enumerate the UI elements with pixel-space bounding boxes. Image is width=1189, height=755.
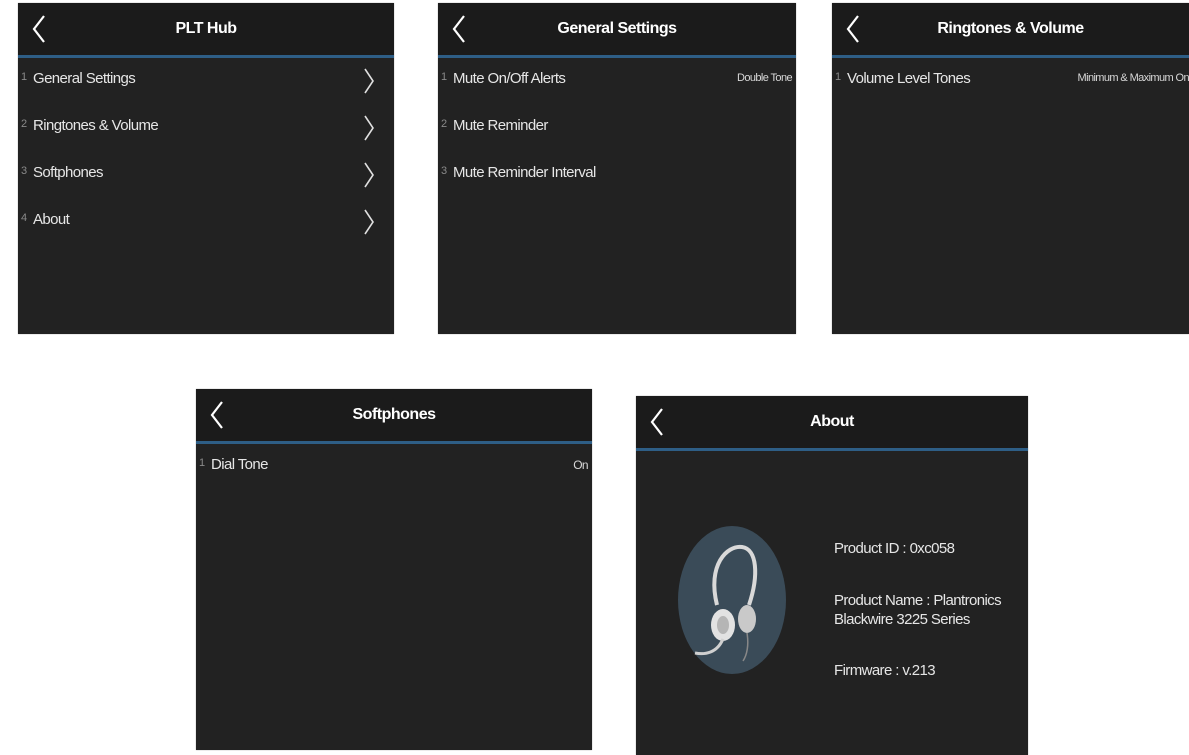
page-title: General Settings <box>557 20 677 37</box>
settings-list: 1 Mute On/Off Alerts Double Tone 2 Mute … <box>438 58 796 199</box>
item-number: 1 <box>441 71 447 83</box>
setting-mute-reminder-interval[interactable]: 3 Mute Reminder Interval <box>438 152 796 199</box>
page-title: Softphones <box>352 406 437 423</box>
settings-list: 1 Dial Tone On <box>196 444 592 491</box>
setting-dial-tone[interactable]: 1 Dial Tone On <box>196 444 592 491</box>
item-number: 1 <box>835 71 841 83</box>
setting-mute-on-off-alerts[interactable]: 1 Mute On/Off Alerts Double Tone <box>438 58 796 105</box>
item-label: Mute On/Off Alerts <box>453 70 566 87</box>
setting-mute-reminder[interactable]: 2 Mute Reminder <box>438 105 796 152</box>
page-title: About <box>810 413 854 430</box>
item-number: 4 <box>21 212 27 224</box>
page-title: PLT Hub <box>175 20 237 37</box>
item-number: 3 <box>441 165 447 177</box>
item-value: Double Tone <box>737 72 793 84</box>
product-name-line1: Product Name : Plantronics <box>834 592 1002 609</box>
product-image <box>678 526 786 674</box>
item-number: 3 <box>21 165 27 177</box>
chevron-right-icon <box>364 162 374 188</box>
panel-header: About <box>636 396 1028 451</box>
firmware-version: Firmware : v.213 <box>834 662 936 679</box>
plt-hub-panel: PLT Hub 1 General Settings 2 Ringtones &… <box>18 3 394 334</box>
item-label: Mute Reminder <box>453 117 548 134</box>
product-id: Product ID : 0xc058 <box>834 540 955 557</box>
panel-header: Ringtones & Volume <box>832 3 1189 58</box>
item-number: 1 <box>21 71 27 83</box>
menu-item-about[interactable]: 4 About <box>18 199 394 246</box>
chevron-right-icon <box>364 115 374 141</box>
menu-item-ringtones-volume[interactable]: 2 Ringtones & Volume <box>18 105 394 152</box>
item-value: On <box>573 458 588 472</box>
settings-list: 1 Volume Level Tones Minimum & Maximum O… <box>832 58 1189 105</box>
item-value: Minimum & Maximum On <box>1077 72 1189 84</box>
item-label: Ringtones & Volume <box>33 117 159 134</box>
menu-item-general-settings[interactable]: 1 General Settings <box>18 58 394 105</box>
ringtones-volume-panel: Ringtones & Volume 1 Volume Level Tones … <box>832 3 1189 334</box>
headset-icon <box>694 544 758 662</box>
panel-header: Softphones <box>196 389 592 444</box>
item-number: 2 <box>441 118 447 130</box>
item-number: 2 <box>21 118 27 130</box>
product-name-line2: Blackwire 3225 Series <box>834 611 970 628</box>
menu-item-softphones[interactable]: 3 Softphones <box>18 152 394 199</box>
item-label: Softphones <box>33 164 104 181</box>
item-number: 1 <box>199 457 205 469</box>
panel-header: PLT Hub <box>18 3 394 58</box>
about-content: Product ID : 0xc058 Product Name : Plant… <box>636 451 1028 755</box>
page-title: Ringtones & Volume <box>937 20 1084 37</box>
chevron-right-icon <box>364 209 374 235</box>
softphones-panel: Softphones 1 Dial Tone On <box>196 389 592 750</box>
item-label: Mute Reminder Interval <box>453 164 596 181</box>
panel-header: General Settings <box>438 3 796 58</box>
about-panel: About Product ID : 0xc058 Product Name :… <box>636 396 1028 755</box>
item-label: About <box>33 211 70 228</box>
menu-list: 1 General Settings 2 Ringtones & Volume … <box>18 58 394 246</box>
chevron-right-icon <box>364 68 374 94</box>
item-label: General Settings <box>33 70 136 87</box>
setting-volume-level-tones[interactable]: 1 Volume Level Tones Minimum & Maximum O… <box>832 58 1189 105</box>
item-label: Volume Level Tones <box>847 70 971 87</box>
item-label: Dial Tone <box>211 456 268 473</box>
general-settings-panel: General Settings 1 Mute On/Off Alerts Do… <box>438 3 796 334</box>
